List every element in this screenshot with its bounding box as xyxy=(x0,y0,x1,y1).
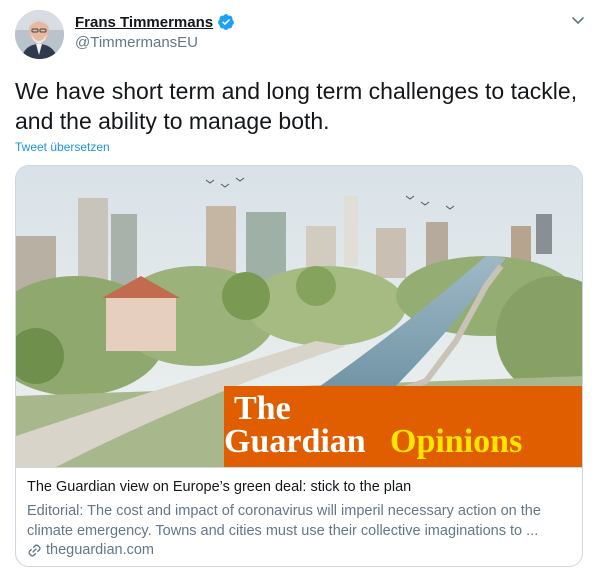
author-handle[interactable]: @TimmermansEU xyxy=(75,34,198,51)
card-domain-row: theguardian.com xyxy=(27,542,154,558)
tweet: Frans Timmermans @TimmermansEU We have s… xyxy=(0,0,600,583)
link-preview-card[interactable]: The Guardian Opinions The Guardian view … xyxy=(15,165,583,567)
display-name[interactable]: Frans Timmermans xyxy=(75,14,213,31)
card-illustration: The Guardian Opinions xyxy=(16,166,582,467)
brand-word-opinions: Opinions xyxy=(390,423,522,460)
card-title[interactable]: The Guardian view on Europe’s green deal… xyxy=(27,479,411,495)
verified-badge-icon xyxy=(218,14,234,30)
link-icon xyxy=(28,543,41,557)
avatar-image xyxy=(15,10,64,59)
avatar[interactable] xyxy=(15,10,64,59)
card-domain: theguardian.com xyxy=(46,542,155,558)
author-name-row: Frans Timmermans xyxy=(75,13,235,31)
brand-word-guardian: Guardian xyxy=(224,423,366,460)
card-description: Editorial: The cost and impact of corona… xyxy=(27,503,541,539)
card-body: The Guardian view on Europe’s green deal… xyxy=(16,467,582,558)
translate-tweet-link[interactable]: Tweet übersetzen xyxy=(15,140,110,154)
tweet-text: We have short term and long term challen… xyxy=(15,78,578,134)
brand-word-the: The xyxy=(234,390,291,427)
card-image: The Guardian Opinions xyxy=(16,166,582,467)
chevron-down-icon[interactable] xyxy=(570,12,586,28)
